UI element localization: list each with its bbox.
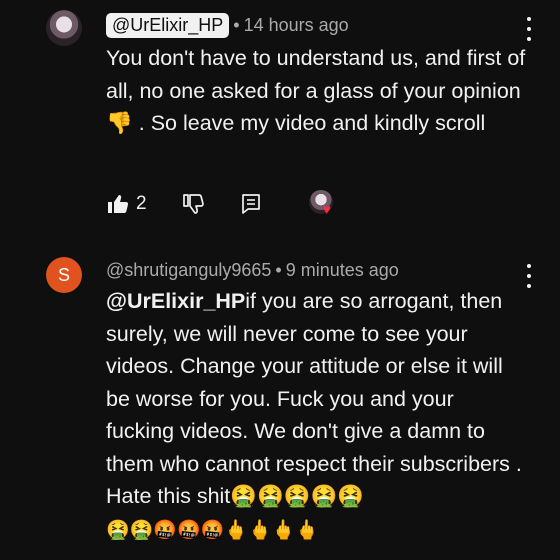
like-count: 2 xyxy=(136,193,147,214)
comment-meta: @UrElixir_HP • 14 hours ago xyxy=(106,13,349,38)
comment-meta: @shrutiganguly9665 • 9 minutes ago xyxy=(106,260,399,281)
comment-text: You don't have to understand us, and fir… xyxy=(106,46,526,135)
more-options-button[interactable] xyxy=(526,17,532,41)
reply-mention[interactable]: @UrElixir_HP xyxy=(106,289,245,313)
like-button[interactable]: 2 xyxy=(106,192,147,216)
thumbs-down-icon xyxy=(182,194,204,214)
commenter-avatar[interactable]: S xyxy=(46,257,82,293)
comment-timestamp: 9 minutes ago xyxy=(285,260,399,280)
avatar-letter: S xyxy=(57,264,70,285)
more-vert-icon xyxy=(527,17,531,21)
reply-icon xyxy=(241,194,260,214)
comment-timestamp: 14 hours ago xyxy=(243,15,349,35)
creator-heart-icon: ♥ xyxy=(308,190,339,218)
meta-separator: • xyxy=(275,260,282,280)
heart-icon: ♥ xyxy=(322,201,331,217)
thumbs-up-filled-icon xyxy=(108,195,129,213)
reply-button[interactable] xyxy=(239,192,263,216)
comment-author-handle[interactable]: @UrElixir_HP xyxy=(106,13,230,38)
more-vert-icon xyxy=(527,264,531,268)
comment-author-handle[interactable]: @shrutiganguly9665 xyxy=(106,260,271,281)
comment-body: if you are so arrogant, then surely, we … xyxy=(106,289,522,508)
dislike-button[interactable] xyxy=(181,192,205,216)
comment-actions: 2 ♥ xyxy=(106,190,339,218)
more-options-button[interactable] xyxy=(526,264,532,288)
comment-text: @UrElixir_HPif you are so arrogant, then… xyxy=(106,285,526,547)
meta-separator: • xyxy=(233,15,240,35)
emoji-line: 🤮🤮🤬🤬🤬🖕🖕🖕🖕 xyxy=(106,519,319,541)
commenter-avatar[interactable] xyxy=(46,10,82,46)
